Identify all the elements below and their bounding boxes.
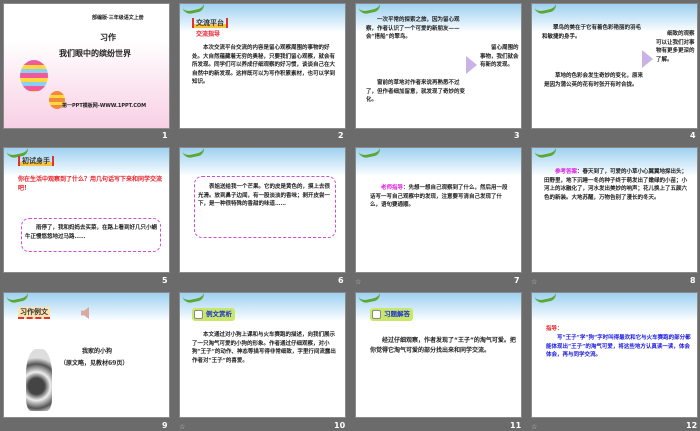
section-tag-label: 习题解答 — [384, 310, 410, 318]
slide-subtitle: 我们眼中的缤纷世界 — [59, 48, 131, 58]
essay-title: 我家的小狗 — [82, 348, 113, 355]
sky-background — [180, 148, 345, 176]
animation-icon[interactable]: ☆ — [531, 278, 537, 286]
slide-body: 本次交流平台交流的内容是留心观察周围的事物的好处。大自然蕴藏着无穷的奥秘，只要我… — [192, 45, 336, 85]
slide-body: 参考答案：春天到了，可爱的小草小心翼翼地探出头；田野里，地下沉睡一冬的种子终于萌… — [544, 168, 689, 202]
slide-number: 2 — [338, 131, 344, 140]
arrow-icon — [642, 50, 653, 68]
paragraph-1: 一次平常的探索之旅，因为留心观察，作者认识了一个可爱的新朋友——会“搭船”的翠鸟… — [366, 17, 460, 40]
side-note: 留心周围的事物，我们就会有新的发现。 — [480, 45, 519, 68]
slide-number: 10 — [334, 421, 346, 430]
slide-number: 6 — [338, 276, 344, 285]
guidance-label: 指导： — [546, 326, 563, 332]
slide-number: 3 — [514, 131, 520, 140]
paragraph-2: 窗前的草地对作者来说再熟悉不过了，但作者细加留意，就发现了奇妙的变化。 — [366, 80, 466, 103]
watermark: 第一PPT模板网-WWW.1PPT.COM — [62, 103, 147, 109]
slide-thumbnail-5[interactable]: 初试身手 你在生活中观察到了什么？用几句话写下来和同学交流吧！ 雨停了，我和妈妈… — [3, 147, 170, 273]
slide-thumbnail-9[interactable]: 习作例文 我家的小狗 （原文略，见教材69页） — [3, 292, 170, 418]
example-text: 雨停了，我和妈妈去买菜，在路上看到好几只小蜗牛正慢悠悠地过马路…… — [25, 225, 158, 240]
section-tag: 交流平台 — [192, 18, 228, 28]
answer-label: 参考答案 — [555, 169, 578, 175]
publisher-label: 部编版·三年级语文上册 — [92, 15, 144, 21]
animation-icon[interactable]: ☆ — [531, 423, 537, 431]
slide-thumbnail-7[interactable]: 老师指导：先想一想自己观察到了什么，然后用一段话写一写自己观察中的发现，注意要写… — [355, 147, 522, 273]
balloon-illustration — [20, 60, 48, 92]
slide-number: 11 — [510, 421, 522, 430]
slide-number: 7 — [514, 276, 520, 285]
sky-background — [532, 293, 697, 321]
slide-thumbnail-2[interactable]: 交流平台 交流指导 本次交流平台交流的内容是留心观察周围的事物的好处。大自然蕴藏… — [179, 3, 346, 129]
paragraph-1: 翠鸟的美在于它有着色彩艳丽的羽毛和敏捷的身手。 — [542, 25, 642, 40]
side-note: 细致的观察可以让我们对事物有更多更深的了解。 — [656, 31, 695, 63]
slide-number: 9 — [162, 421, 168, 430]
sky-background — [356, 148, 521, 176]
section-tag: 习题解答 — [370, 308, 413, 321]
example-text: 表姐送给我一个芒果。它的皮是黄色的，摸上去很光滑。放到鼻子边闻，有一股淡淡的香味… — [198, 184, 331, 207]
slide-thumbnail-12[interactable]: 指导： 写“王子”学“狗”字时叫得最欢和它与火车赛跑的部分都能体现出“王子”的淘… — [531, 292, 698, 418]
section-tag: 习作例文 — [18, 307, 50, 319]
slide-body: 老师指导：先想一想自己观察到了什么，然后用一段话写一写自己观察中的发现，注意要写… — [370, 184, 510, 210]
essay-note: （原文略，见教材69页） — [60, 360, 129, 367]
slide-number: 1 — [162, 131, 168, 140]
pencil-icon — [372, 310, 381, 319]
animation-icon[interactable]: ☆ — [179, 423, 185, 431]
arrow-icon — [466, 56, 477, 74]
dog-illustration — [26, 349, 52, 411]
pencil-icon — [194, 310, 203, 319]
section-tag: 初试身手 — [18, 156, 54, 166]
section-tag: 例文赏析 — [192, 308, 235, 321]
paragraph-2: 草地的色彩会发生奇妙的变化，原来是因为蒲公英的花有时张开有时合拢。 — [544, 73, 644, 88]
slide-number: 4 — [690, 131, 696, 140]
task-prompt: 你在生活中观察到了什么？用几句话写下来和同学交流吧！ — [18, 176, 163, 192]
slide-thumbnail-1[interactable]: 部编版·三年级语文上册 习作 我们眼中的缤纷世界 第一PPT模板网-WWW.1P… — [3, 3, 170, 129]
animation-icon[interactable]: ☆ — [355, 278, 361, 286]
slide-body: 写“王子”学“狗”字时叫得最欢和它与火车赛跑的部分都能体现出“王子”的淘气可爱，… — [546, 335, 691, 358]
slide-thumbnail-4[interactable]: 翠鸟的美在于它有着色彩艳丽的羽毛和敏捷的身手。 草地的色彩会发生奇妙的变化，原来… — [531, 3, 698, 129]
subsection-label: 交流指导 — [196, 31, 221, 38]
slide-title: 习作 — [100, 32, 116, 42]
section-tag-label: 例文赏析 — [206, 310, 232, 318]
slide-number: 12 — [686, 421, 698, 430]
slide-body: 经过仔细观察，作者发现了“王子”的淘气可爱。把你觉得它淘气可爱的部分找出来和同学… — [370, 337, 516, 354]
slide-number: 8 — [690, 276, 696, 285]
slide-thumbnail-6[interactable]: 表姐送给我一个芒果。它的皮是黄色的，摸上去很光滑。放到鼻子边闻，有一股淡淡的香味… — [179, 147, 346, 273]
slide-thumbnail-11[interactable]: 习题解答 经过仔细观察，作者发现了“王子”的淘气可爱。把你觉得它淘气可爱的部分找… — [355, 292, 522, 418]
slide-thumbnail-10[interactable]: 例文赏析 本文通过对小狗上课和与火车赛跑的描述，向我们展示了一只淘气可爱的小狗的… — [179, 292, 346, 418]
slide-thumbnail-3[interactable]: 一次平常的探索之旅，因为留心观察，作者认识了一个可爱的新朋友——会“搭船”的翠鸟… — [355, 3, 522, 129]
slide-thumbnail-8[interactable]: 参考答案：春天到了，可爱的小草小心翼翼地探出头；田野里，地下沉睡一冬的种子终于萌… — [531, 147, 698, 273]
slide-number: 5 — [162, 276, 168, 285]
slide-body: 本文通过对小狗上课和与火车赛跑的描述，向我们展示了一只淘气可爱的小狗的形象。作者… — [192, 332, 336, 364]
guidance-label: 老师指导 — [381, 185, 404, 191]
